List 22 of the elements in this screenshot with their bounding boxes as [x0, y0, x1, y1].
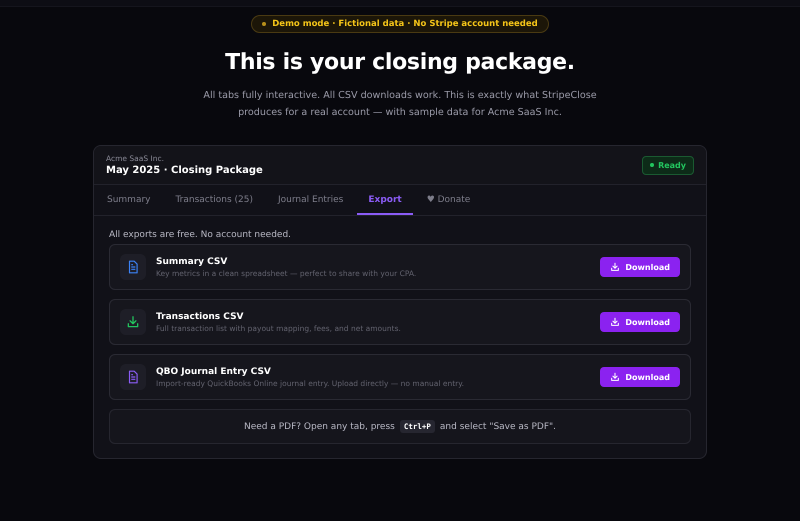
pdf-tip-text: Need a PDF? Open any tab, press — [244, 422, 395, 432]
export-title: QBO Journal Entry CSV — [156, 366, 272, 376]
tab[interactable]: ♥ Donate — [416, 185, 482, 215]
intro-text: All tabs fully interactive. All CSV downloads work. This is exactly what StripeClose produces for a real account — with sample data for Acme SaaS Inc. — [202, 89, 598, 120]
download-icon — [610, 372, 620, 382]
export-title: Transactions CSV — [156, 312, 245, 322]
download-button[interactable]: Download — [600, 257, 680, 277]
exports-note: All exports are free. No account needed. — [109, 230, 292, 240]
download-button[interactable]: Download — [600, 312, 680, 332]
tab[interactable]: Export — [357, 185, 413, 215]
export-title: Summary CSV — [156, 256, 228, 266]
tab[interactable]: Transactions (25) — [164, 185, 264, 215]
tab[interactable]: Journal Entries — [267, 185, 354, 215]
download-icon — [610, 317, 620, 327]
download-button[interactable]: Download — [600, 367, 680, 387]
status-badge: Ready — [642, 156, 694, 174]
demo-mode-badge: Demo mode · Fictional data · No Stripe account needed — [251, 15, 549, 33]
tab[interactable]: Summary — [96, 185, 162, 215]
page-heading: This is your closing package. — [225, 50, 575, 75]
pdf-tip-text: and select "Save as PDF". — [440, 422, 556, 432]
package-title: May 2025 · Closing Package — [106, 165, 263, 176]
download-icon — [610, 262, 620, 272]
